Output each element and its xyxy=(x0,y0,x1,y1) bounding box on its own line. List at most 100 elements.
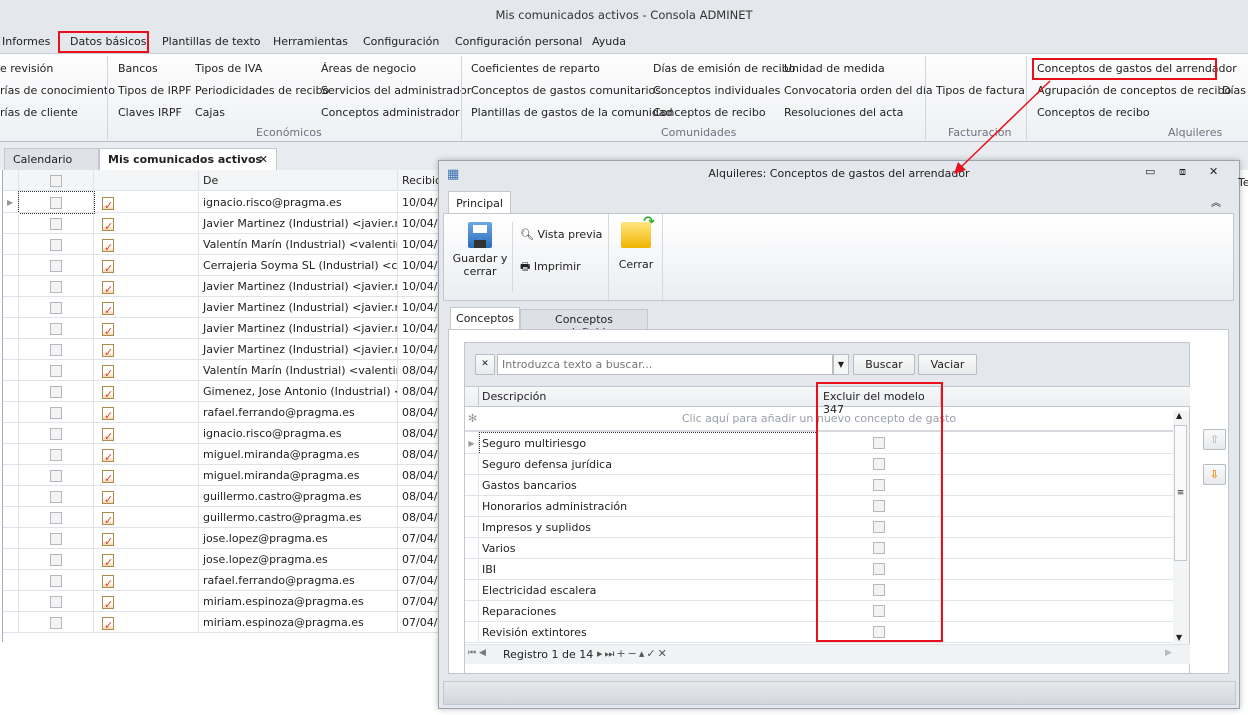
cell-descripcion[interactable]: Revisión extintores xyxy=(480,622,817,643)
tab-conceptos-predefinidos[interactable]: Conceptos predefinidos xyxy=(520,309,648,339)
row-checkbox[interactable] xyxy=(50,617,62,629)
ribbon-claves-irpf[interactable]: Claves IRPF xyxy=(118,106,182,119)
ribbon-alq-conceptos-recibo[interactable]: Conceptos de recibo xyxy=(1037,106,1150,119)
close-icon[interactable]: ✕ xyxy=(259,153,268,166)
row-checkbox[interactable] xyxy=(50,596,62,608)
table-row[interactable]: jose.lopez@pragma.es 07/04/2 xyxy=(3,549,443,570)
row-checkbox[interactable] xyxy=(50,512,62,524)
table-row[interactable]: Javier Martinez (Industrial) <javier.m..… xyxy=(3,213,443,234)
row-checkbox[interactable] xyxy=(50,239,62,251)
col-de[interactable]: De xyxy=(199,170,398,191)
table-row[interactable]: Gimenez, Jose Antonio (Industrial) <... … xyxy=(3,381,443,402)
ribbon-resoluciones[interactable]: Resoluciones del acta xyxy=(784,106,903,119)
ribbon-item[interactable]: e revisión xyxy=(0,62,53,75)
move-up-button[interactable]: ⇧ xyxy=(1203,429,1226,450)
table-row[interactable]: Cerrajeria Soyma SL (Industrial) <cer...… xyxy=(3,255,443,276)
menu-plantillas[interactable]: Plantillas de texto xyxy=(162,35,261,48)
tab-mis-comunicados[interactable]: Mis comunicados activos ✕ xyxy=(99,148,277,170)
dropdown-chevron-icon[interactable]: ▼ xyxy=(833,354,849,375)
row-checkbox[interactable] xyxy=(50,407,62,419)
concepto-row[interactable]: IBI xyxy=(465,559,1173,580)
ribbon-conceptos-individuales[interactable]: Conceptos individuales xyxy=(653,84,780,97)
excluir-checkbox[interactable] xyxy=(872,458,885,470)
clear-search-icon[interactable]: ✕ xyxy=(475,354,495,375)
concepto-row[interactable]: Honorarios administración xyxy=(465,496,1173,517)
cell-descripcion[interactable]: Reparaciones xyxy=(480,601,817,622)
row-checkbox[interactable] xyxy=(50,218,62,230)
cell-descripcion[interactable]: Seguro multiriesgo xyxy=(479,432,818,455)
vertical-scrollbar[interactable]: ▲ ≡ ▼ xyxy=(1173,411,1189,646)
row-checkbox[interactable] xyxy=(50,302,62,314)
cell-descripcion[interactable]: Varios xyxy=(480,538,817,559)
search-button[interactable]: Buscar xyxy=(853,354,915,375)
table-row[interactable]: jose.lopez@pragma.es 07/04/2 xyxy=(3,528,443,549)
select-all-checkbox[interactable] xyxy=(50,175,62,187)
tab-conceptos[interactable]: Conceptos xyxy=(450,307,520,329)
menu-configuracion-personal[interactable]: Configuración personal xyxy=(455,35,582,48)
row-checkbox[interactable] xyxy=(50,197,62,209)
concepto-row[interactable]: Gastos bancarios xyxy=(465,475,1173,496)
menu-informes[interactable]: Informes xyxy=(2,35,50,48)
row-checkbox[interactable] xyxy=(50,260,62,272)
table-row[interactable]: ▶ ignacio.risco@pragma.es 10/04/2 xyxy=(3,191,443,214)
ribbon-agrupacion-conceptos[interactable]: Agrupación de conceptos de recibo xyxy=(1037,84,1231,97)
table-row[interactable]: miguel.miranda@pragma.es 08/04/2 xyxy=(3,444,443,465)
row-checkbox[interactable] xyxy=(50,344,62,356)
col-excluir-347[interactable]: Excluir del modelo 347 xyxy=(817,387,941,416)
table-row[interactable]: guillermo.castro@pragma.es 08/04/2 xyxy=(3,486,443,507)
scroll-thumb[interactable]: ≡ xyxy=(1174,425,1187,561)
collapse-ribbon-icon[interactable]: ︽ xyxy=(1211,194,1221,209)
table-row[interactable]: Javier Martinez (Industrial) <javier.m..… xyxy=(3,297,443,318)
ribbon-tipos-irpf[interactable]: Tipos de IRPF xyxy=(118,84,191,97)
ribbon-dias-emision[interactable]: Días de emisión de recibo xyxy=(653,62,795,75)
table-row[interactable]: Valentín Marín (Industrial) <valentin...… xyxy=(3,360,443,381)
table-row[interactable]: ignacio.risco@pragma.es 08/04/2 xyxy=(3,423,443,444)
close-dialog-icon[interactable]: ✕ xyxy=(1209,165,1218,178)
ribbon-servicios-admin[interactable]: Servicios del administrador xyxy=(321,84,471,97)
table-row[interactable]: Javier Martinez (Industrial) <javier.m..… xyxy=(3,339,443,360)
first-record-icon[interactable]: ⏮ ◀ xyxy=(468,648,486,658)
col-descripcion[interactable]: Descripción xyxy=(482,390,546,403)
concepto-row[interactable]: Varios xyxy=(465,538,1173,559)
ribbon-tipos-factura[interactable]: Tipos de factura xyxy=(936,84,1025,97)
new-row[interactable]: ✻ Clic aquí para añadir un nuevo concept… xyxy=(465,407,1190,432)
table-row[interactable]: miguel.miranda@pragma.es 08/04/2 xyxy=(3,465,443,486)
cell-descripcion[interactable]: Honorarios administración xyxy=(480,496,817,517)
ribbon-convocatoria[interactable]: Convocatoria orden del día xyxy=(784,84,933,97)
cell-descripcion[interactable]: Electricidad escalera xyxy=(480,580,817,601)
concepto-row[interactable]: ▶ Seguro multiriesgo xyxy=(465,432,1173,455)
ribbon-periodicidades[interactable]: Periodicidades de recibo xyxy=(195,84,329,97)
ribbon-conceptos-gastos-arrendador[interactable]: Conceptos de gastos del arrendador xyxy=(1037,62,1237,75)
cell-descripcion[interactable]: Impresos y suplidos xyxy=(480,517,817,538)
ribbon-areas-negocio[interactable]: Áreas de negocio xyxy=(321,62,416,75)
ribbon-tipos-iva[interactable]: Tipos de IVA xyxy=(195,62,262,75)
menu-herramientas[interactable]: Herramientas xyxy=(273,35,348,48)
row-checkbox[interactable] xyxy=(50,491,62,503)
ribbon-bancos[interactable]: Bancos xyxy=(118,62,158,75)
ribbon-coeficientes[interactable]: Coeficientes de reparto xyxy=(471,62,600,75)
row-checkbox[interactable] xyxy=(50,449,62,461)
table-row[interactable]: rafael.ferrando@pragma.es 08/04/2 xyxy=(3,402,443,423)
table-row[interactable]: Javier Martinez (Industrial) <javier.m..… xyxy=(3,318,443,339)
print-button[interactable]: 🖶 Imprimir xyxy=(520,258,581,277)
row-checkbox[interactable] xyxy=(50,470,62,482)
maximize-icon[interactable]: ⧈ xyxy=(1179,165,1186,179)
menu-configuracion[interactable]: Configuración xyxy=(363,35,439,48)
row-checkbox[interactable] xyxy=(50,575,62,587)
concepto-row[interactable]: Reparaciones xyxy=(465,601,1173,622)
concepto-row[interactable]: Seguro defensa jurídica xyxy=(465,454,1173,475)
ribbon-plantillas-gastos[interactable]: Plantillas de gastos de la comunidad xyxy=(471,106,673,119)
tab-calendario[interactable]: Calendario xyxy=(4,148,99,170)
excluir-checkbox[interactable] xyxy=(872,605,885,617)
excluir-checkbox[interactable] xyxy=(872,437,885,449)
table-row[interactable]: rafael.ferrando@pragma.es 07/04/2 xyxy=(3,570,443,591)
search-input[interactable] xyxy=(497,354,833,375)
ribbon-cajas[interactable]: Cajas xyxy=(195,106,225,119)
concepto-row[interactable]: Impresos y suplidos xyxy=(465,517,1173,538)
excluir-checkbox[interactable] xyxy=(872,542,885,554)
row-checkbox[interactable] xyxy=(50,533,62,545)
ribbon-dias[interactable]: Días d xyxy=(1222,84,1248,97)
minimize-icon[interactable]: ▭ xyxy=(1145,165,1155,178)
nav-buttons-icon[interactable]: ▸⏭+−▴✓✕ xyxy=(597,647,669,661)
table-row[interactable]: Valentín Marín (Industrial) <valentin...… xyxy=(3,234,443,255)
